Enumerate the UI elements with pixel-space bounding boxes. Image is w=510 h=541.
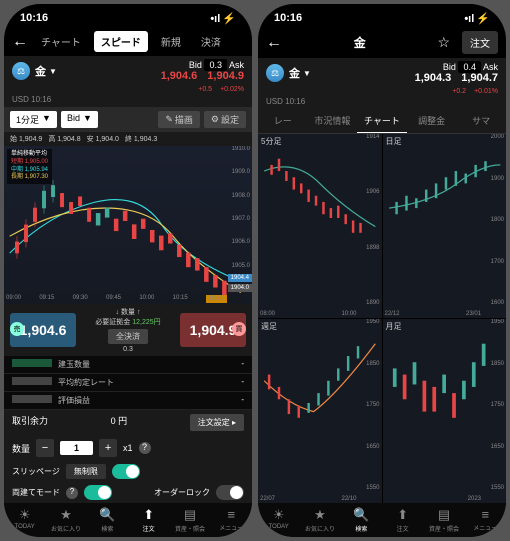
instrument-icon: ⚖ — [266, 64, 284, 82]
tb-assets[interactable]: ▤資産・照会 — [169, 507, 210, 533]
slippage-toggle[interactable] — [112, 464, 140, 479]
order-settings-button[interactable]: 注文設定 ▸ — [190, 414, 244, 431]
header: ← 金 ☆ 注文 — [258, 27, 506, 58]
order-button[interactable]: 注文 — [462, 31, 498, 54]
ask-price: 1,904.7 — [461, 72, 498, 84]
quantity-row: 数量 − 1 + x1 ? — [4, 435, 252, 461]
subtab-sum[interactable]: サマ — [456, 109, 506, 133]
instrument-name: 金 — [35, 63, 46, 79]
position-rows: 建玉数量- 平均約定レート- 評価損益- — [4, 356, 252, 410]
chart-daily[interactable]: 日足 20001900180017001600 22/1223/01 — [383, 134, 507, 318]
chart-controls: 1分足▼ Bid▼ ✎描画 ⚙設定 — [4, 107, 252, 132]
tab-bar: ☀TODAY ★お気に入り 🔍検索 ⬆注文 ▤資産・照会 ≡メニュー — [258, 503, 506, 537]
dual-row: 両建てモード ? オーダーロック — [4, 482, 252, 503]
instrument-row[interactable]: ⚖ 金 ▼ Bid 0.3 Ask 1,904.61,904.9 — [4, 56, 252, 86]
sub-tabs: ‹ レー 市況情報 チャート 調整金 サマ › — [258, 109, 506, 134]
candlestick-svg — [4, 146, 252, 304]
close-all-button[interactable]: 全決済 — [108, 329, 148, 344]
tb-today[interactable]: ☀TODAY — [4, 507, 45, 533]
header: ← チャート スピード 新規 決済 — [4, 27, 252, 56]
ohlc-row: 始 1,904.9高 1,904.8安 1,904.0終 1,904.3 — [4, 132, 252, 146]
subtab-adj[interactable]: 調整金 — [407, 109, 457, 133]
price-tag: 1904.4 — [228, 274, 252, 282]
tb-fav[interactable]: ★お気に入り — [299, 507, 340, 533]
subtab-market[interactable]: 市況情報 — [308, 109, 358, 133]
chevron-down-icon: ▼ — [303, 69, 311, 78]
price-change: +0.2+0.01% — [258, 88, 506, 97]
sell-icon: 売 — [10, 322, 24, 336]
subtab-rate[interactable]: レー — [258, 109, 308, 133]
chevron-down-icon: ▼ — [49, 67, 57, 76]
tb-search[interactable]: 🔍検索 — [341, 507, 382, 533]
chart-monthly[interactable]: 月足 19501850175016501550 2023 — [383, 319, 507, 503]
clock: 10:16 — [20, 12, 48, 25]
pos-row: 平均約定レート- — [4, 374, 252, 392]
tb-assets[interactable]: ▤資産・照会 — [423, 507, 464, 533]
trade-panel: 1,904.6 ↓ 数量 ↑ 必要証拠金 12,225円 全決済 0.3 1,9… — [4, 304, 252, 356]
tb-today[interactable]: ☀TODAY — [258, 507, 299, 533]
tb-search[interactable]: 🔍検索 — [87, 507, 128, 533]
help-icon[interactable]: ? — [66, 487, 78, 499]
usd-time: USD 10:16 — [258, 97, 506, 109]
qty-plus[interactable]: + — [99, 439, 117, 457]
ask-price: 1,904.9 — [207, 70, 244, 82]
draw-button[interactable]: ✎描画 — [158, 111, 200, 128]
cur-price-tag: 1904.0 — [228, 284, 252, 292]
bid-price: 1,904.3 — [415, 72, 452, 84]
bidask-block: Bid 0.3 Ask 1,904.61,904.9 — [161, 60, 244, 82]
status-icons: •ıl ⚡ — [464, 12, 490, 25]
y-axis: 1910.01909.01908.0 1907.01906.01905.0190… — [232, 146, 250, 292]
chart-5min[interactable]: 5分足 1914190618981890 08:0010:00 — [258, 134, 382, 318]
tb-order[interactable]: ⬆注文 — [382, 507, 423, 533]
trade-mid: ↓ 数量 ↑ 必要証拠金 12,225円 全決済 0.3 — [80, 307, 176, 353]
qty-minus[interactable]: − — [36, 439, 54, 457]
tab-speed[interactable]: スピード — [94, 31, 148, 52]
instrument-icon: ⚖ — [12, 62, 30, 80]
buy-icon: 買 — [232, 322, 246, 336]
usd-time: USD 10:16 — [4, 95, 252, 107]
pos-row: 評価損益- — [4, 392, 252, 410]
tb-menu[interactable]: ≡メニュー — [465, 507, 506, 533]
pos-row: 建玉数量- — [4, 356, 252, 374]
qty-value[interactable]: 1 — [60, 441, 93, 455]
instrument-name: 金 — [289, 65, 300, 81]
settings-button[interactable]: ⚙設定 — [204, 111, 246, 128]
tb-menu[interactable]: ≡メニュー — [211, 507, 252, 533]
slippage-row: スリッページ 無制限 — [4, 461, 252, 482]
slippage-value[interactable]: 無制限 — [66, 464, 106, 479]
help-icon[interactable]: ? — [139, 442, 151, 454]
tab-new[interactable]: 新規 — [154, 31, 188, 52]
dual-toggle[interactable] — [84, 485, 112, 500]
x-axis: 09:0009:1509:30 09:4510:0010:15 10:16 — [6, 295, 227, 303]
back-icon[interactable]: ← — [266, 34, 282, 52]
title: 金 — [288, 34, 431, 51]
phone-right: 10:16 •ıl ⚡ ← 金 ☆ 注文 ⚖ 金 ▼ Bid 0.4 Ask 1… — [258, 4, 506, 537]
chart-weekly[interactable]: 週足 19501850175016501550 22/0722/10 — [258, 319, 382, 503]
bid-price: 1,904.6 — [161, 70, 198, 82]
tab-bar: ☀TODAY ★お気に入り 🔍検索 ⬆注文 ▤資産・照会 ≡メニュー — [4, 503, 252, 537]
main-chart[interactable]: 単純移動平均 短期 1,905.00 中期 1,905.94 長期 1,907.… — [4, 146, 252, 304]
bidask-block: Bid 0.4 Ask 1,904.31,904.7 — [415, 62, 498, 84]
instrument-row[interactable]: ⚖ 金 ▼ Bid 0.4 Ask 1,904.31,904.7 — [258, 58, 506, 88]
tab-chart[interactable]: チャート — [34, 31, 88, 52]
price-change: +0.5+0.02% — [4, 86, 252, 95]
lock-toggle[interactable] — [216, 485, 244, 500]
price-type-select[interactable]: Bid▼ — [61, 111, 98, 128]
status-bar: 10:16 •ıl ⚡ — [4, 4, 252, 27]
star-icon[interactable]: ☆ — [437, 34, 450, 51]
status-icons: •ıl ⚡ — [210, 12, 236, 25]
tb-fav[interactable]: ★お気に入り — [45, 507, 86, 533]
status-bar: 10:16 •ıl ⚡ — [258, 4, 506, 27]
back-icon[interactable]: ← — [12, 33, 28, 51]
clock: 10:16 — [274, 12, 302, 25]
summary-row: 取引余力 0 円 注文設定 ▸ — [4, 410, 252, 435]
tab-settle[interactable]: 決済 — [194, 31, 228, 52]
phone-left: 10:16 •ıl ⚡ ← チャート スピード 新規 決済 ⚖ 金 ▼ Bid … — [4, 4, 252, 537]
chart-grid: 5分足 1914190618981890 08:0010:00 日足 20001… — [258, 134, 506, 503]
timeframe-select[interactable]: 1分足▼ — [10, 111, 57, 128]
subtab-chart[interactable]: チャート — [357, 109, 407, 133]
tb-order[interactable]: ⬆注文 — [128, 507, 169, 533]
